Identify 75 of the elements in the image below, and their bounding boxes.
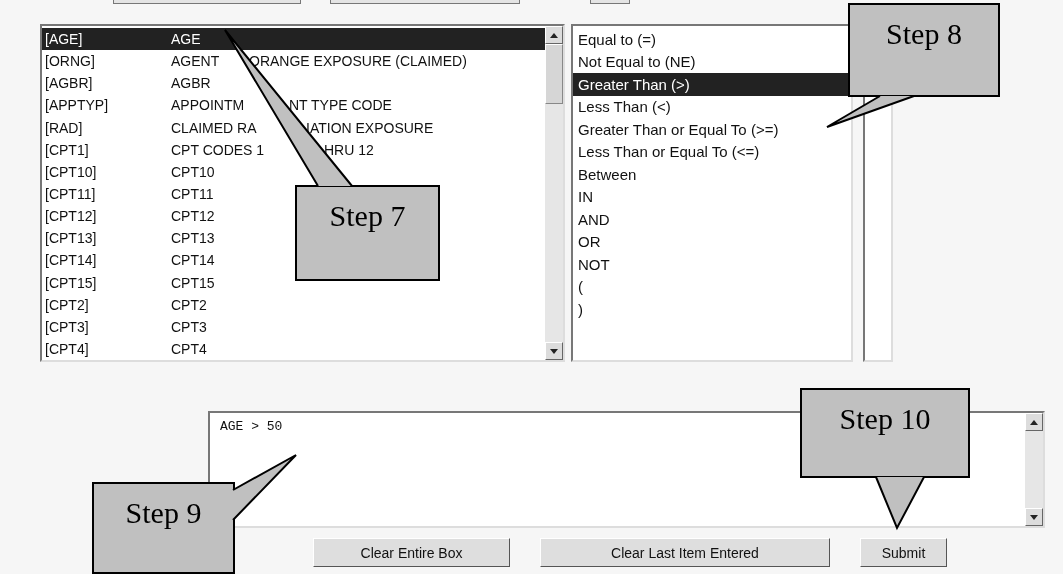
list-item[interactable]: [CPT4] CPT4 <box>42 337 207 361</box>
field-name: CLAIMED RA <box>171 119 257 136</box>
field-name: CPT10 <box>171 163 215 180</box>
field-code: [CPT14] <box>45 252 98 269</box>
list-item[interactable]: [CPT15] CPT15 <box>42 271 215 294</box>
list-item[interactable]: [CPT3] CPT3 <box>42 315 207 338</box>
scroll-up-icon[interactable] <box>1025 413 1043 431</box>
scrollbar[interactable] <box>1025 413 1043 526</box>
field-name: CPT CODES 1 <box>171 141 265 158</box>
list-item[interactable]: [CPT13] CPT13 <box>42 227 215 250</box>
list-item[interactable]: [AGE] AGE <box>42 28 545 51</box>
field-name: ORANGE EXPOSURE (CLAIMED) <box>249 53 467 70</box>
list-item[interactable]: Greater Than or Equal To (>=) <box>573 118 779 141</box>
field-name: AGE <box>171 31 201 48</box>
submit-button[interactable]: Submit <box>860 538 947 567</box>
button-edge[interactable] <box>330 0 520 4</box>
list-item[interactable]: ) <box>573 298 583 321</box>
list-item[interactable]: Less Than or Equal To (<=) <box>573 140 760 163</box>
field-code: [APPTYP] <box>45 97 110 114</box>
list-item[interactable]: Greater Than (>) <box>573 73 851 96</box>
list-item[interactable]: Between <box>573 163 637 186</box>
field-name: AGBR <box>171 75 211 92</box>
clear-last-button[interactable]: Clear Last Item Entered <box>540 538 830 567</box>
field-code: [CPT2] <box>45 296 90 313</box>
list-item[interactable]: ( <box>573 275 583 298</box>
scroll-thumb[interactable] <box>545 44 563 104</box>
field-name: NT TYPE CODE <box>289 97 392 114</box>
field-name: CPT14 <box>171 252 215 269</box>
list-item[interactable]: AND <box>573 208 610 231</box>
field-name: CPT12 <box>171 208 215 225</box>
field-code: [CPT1] <box>45 141 90 158</box>
callout-pointer <box>875 476 925 531</box>
field-code: [CPT3] <box>45 318 90 335</box>
field-code: [CPT4] <box>45 341 90 358</box>
callout: Step 7 <box>295 185 440 281</box>
list-item[interactable]: [AGBR] AGBR <box>42 72 211 95</box>
field-name: CPT3 <box>171 318 207 335</box>
list-item[interactable]: IN <box>573 185 593 208</box>
list-item[interactable]: [CPT10] CPT10 <box>42 160 215 183</box>
scroll-up-icon[interactable] <box>545 26 563 44</box>
field-name: APPOINTM <box>171 97 245 114</box>
field-code: [ORNG] <box>45 53 96 70</box>
button-edge[interactable] <box>590 0 630 4</box>
scroll-down-icon[interactable] <box>545 342 563 360</box>
field-code: [RAD] <box>45 119 84 136</box>
scrollbar[interactable] <box>545 26 563 360</box>
clear-box-button[interactable]: Clear Entire Box <box>313 538 510 567</box>
field-name: CPT2 <box>171 296 207 313</box>
list-item[interactable]: Less Than (<) <box>573 95 671 118</box>
list-item[interactable]: [CPT2] CPT2 <box>42 293 207 316</box>
field-name: HRU 12 <box>324 141 374 158</box>
field-name: CPT4 <box>171 341 207 358</box>
list-item[interactable]: [CPT14] CPT14 <box>42 249 215 272</box>
field-code: [CPT12] <box>45 208 98 225</box>
list-item[interactable]: Not Equal to (NE) <box>573 50 696 73</box>
callout-pointer <box>232 454 297 521</box>
field-code: [AGBR] <box>45 75 94 92</box>
field-code: [CPT11] <box>45 186 97 203</box>
field-code: [CPT13] <box>45 230 98 247</box>
list-item[interactable]: [CPT11] CPT11 <box>42 183 214 206</box>
callout: Step 9 <box>92 482 235 574</box>
field-code: [CPT15] <box>45 274 98 291</box>
list-item[interactable]: Equal to (=) <box>573 28 656 51</box>
scroll-down-icon[interactable] <box>1025 508 1043 526</box>
field-code: [CPT10] <box>45 163 98 180</box>
field-name: CPT15 <box>171 274 215 291</box>
field-name: AGENT <box>171 53 220 70</box>
list-item[interactable]: NOT <box>573 253 610 276</box>
field-code: [AGE] <box>45 31 84 48</box>
button-edge[interactable] <box>113 0 301 4</box>
list-item[interactable]: [CPT12] CPT12 <box>42 205 215 228</box>
field-name: CPT13 <box>171 230 215 247</box>
field-name: IATION EXPOSURE <box>306 119 434 136</box>
field-name: CPT11 <box>171 186 214 203</box>
list-item[interactable]: OR <box>573 230 601 253</box>
